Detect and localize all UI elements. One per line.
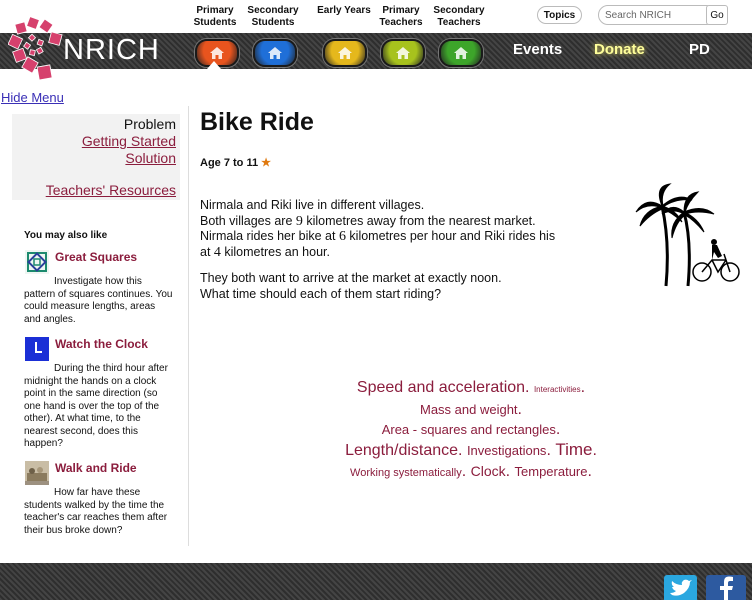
question-line: They both want to arrive at the market a… [200,271,502,285]
tag-row: Working systematically. Clock. Temperatu… [350,463,592,480]
nav-label: Secondary [247,5,299,16]
nav-primary-students[interactable]: Primary Students [193,5,237,29]
number-four: 4 [213,244,221,260]
nav-secondary-teachers[interactable]: Secondary Teachers [431,5,487,29]
nav-primary-teachers[interactable]: Primary Teachers [379,5,423,29]
problem-line: kilometres away from the nearest market. [302,213,536,228]
nav-label: Teachers [437,17,481,28]
problem-line: kilometres per hour and Riki rides his [345,229,556,243]
sidebar-divider [188,106,189,546]
getting-started-link[interactable]: Getting Started [82,133,176,149]
question-paragraph: They both want to arrive at the market a… [200,271,610,302]
search-go-button[interactable]: Go [706,5,728,25]
nrich-logo-text[interactable]: NRICH [63,34,160,67]
pd-link[interactable]: PD [689,41,710,58]
home-early-years-button[interactable] [323,39,367,67]
problem-line: Both villages are [200,213,296,228]
walk-and-ride-description: How far have these students walked by th… [24,487,168,536]
tag-row: Area - squares and rectangles. [381,421,561,438]
star-icon: ★ [261,157,271,169]
house-icon [396,47,410,59]
age-range: Age 7 to 11 ★ [200,156,271,169]
walk-and-ride-link[interactable]: Walk and Ride [55,461,137,475]
bus-photo-icon[interactable] [25,461,49,485]
tag-row: Length/distance. Investigations. Time. [345,440,597,459]
home-secondary-teachers-button[interactable] [439,39,483,67]
house-icon [338,47,352,59]
nav-label: Students [193,17,237,28]
number-nine: 9 [295,213,303,229]
search-input[interactable] [598,5,716,25]
great-squares-description: Investigate how this pattern of squares … [24,276,173,325]
squares-icon[interactable] [25,250,49,274]
tag-speed-and-acceleration[interactable]: Speed and acceleration [357,379,525,396]
teachers-resources-link[interactable]: Teachers' Resources [46,182,176,198]
you-may-also-like-heading: You may also like [24,230,108,241]
nav-current-problem: Problem [123,116,176,132]
topics-button[interactable]: Topics [537,6,582,24]
great-squares-link[interactable]: Great Squares [55,250,137,264]
problem-line: at [200,244,214,259]
nav-label: Students [251,17,295,28]
top-navigation: Primary Students Secondary Students Earl… [0,0,752,33]
facebook-button[interactable] [706,575,746,600]
topic-tag-cloud: Speed and acceleration. Interactivities.… [330,378,612,483]
tag-working-systematically[interactable]: Working systematically [350,467,462,479]
tag-mass-and-weight[interactable]: Mass and weight [420,402,518,417]
footer-band [0,563,752,600]
clock-icon[interactable] [25,337,49,361]
tag-length-distance[interactable]: Length/distance [345,442,458,459]
tag-clock[interactable]: Clock [471,463,506,479]
facebook-icon [720,576,733,600]
donate-link[interactable]: Donate [594,41,645,58]
palm-trees-cyclist-illustration [635,183,740,287]
problem-line: Nirmala and Riki live in different villa… [200,198,425,212]
question-line: What time should each of them start ridi… [200,286,442,301]
problem-paragraph: Nirmala and Riki live in different villa… [200,198,610,260]
house-icon [454,47,468,59]
tag-investigations[interactable]: Investigations [467,443,547,458]
watch-the-clock-description: During the third hour after midnight the… [24,363,168,449]
house-icon [210,47,224,59]
age-range-text: Age 7 to 11 [200,157,259,169]
page-title: Bike Ride [200,108,314,136]
problem-line: kilometres an hour. [220,244,330,259]
nav-label: Teachers [379,17,423,28]
nav-early-years[interactable]: Early Years [316,5,372,17]
nrich-logo-icon[interactable] [8,17,64,87]
hide-menu-link[interactable]: Hide Menu [1,90,64,105]
number-six: 6 [338,229,346,244]
twitter-icon [670,579,692,596]
problem-line: Nirmala rides her bike at [200,229,339,243]
home-secondary-students-button[interactable] [253,39,297,67]
nav-label: Secondary [433,5,485,16]
nav-label: Early Years [317,5,371,16]
nav-secondary-students[interactable]: Secondary Students [246,5,300,29]
problem-navigation: Problem Getting Started Solution Teacher… [12,114,180,200]
nav-label: Primary [382,5,420,16]
tag-temperature[interactable]: Temperature [515,464,588,479]
watch-the-clock-link[interactable]: Watch the Clock [55,337,148,351]
tag-interactivities[interactable]: Interactivities [534,385,581,394]
active-section-pointer [207,61,221,69]
tag-row: Mass and weight. [419,401,522,418]
solution-link[interactable]: Solution [125,150,176,166]
home-primary-teachers-button[interactable] [381,39,425,67]
house-icon [268,47,282,59]
events-link[interactable]: Events [513,41,562,58]
tag-area-squares-and-rectangles[interactable]: Area - squares and rectangles [382,422,556,437]
tag-time[interactable]: Time [555,440,592,459]
nav-label: Primary [196,5,234,16]
problem-statement: Nirmala and Riki live in different villa… [200,198,610,313]
twitter-button[interactable] [664,575,697,600]
tag-row: Speed and acceleration. Interactivities. [356,379,586,396]
